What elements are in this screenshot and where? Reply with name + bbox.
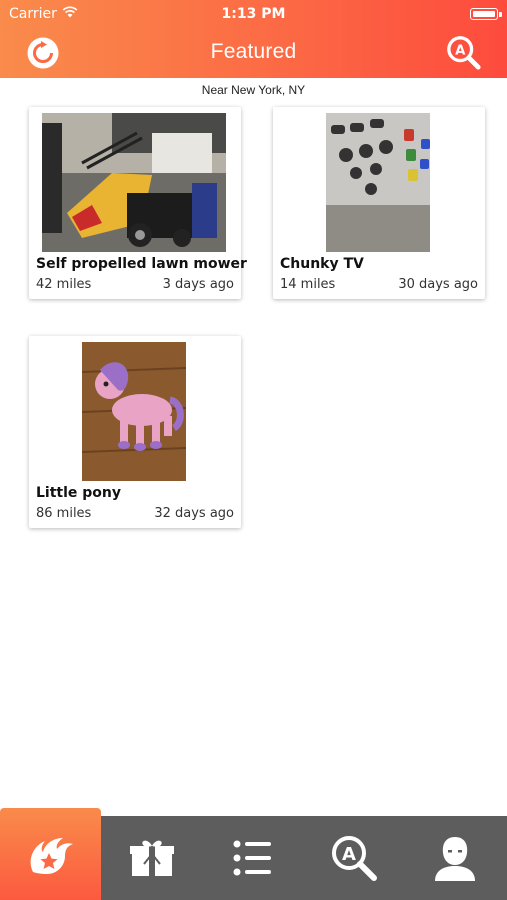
- listing-card[interactable]: Self propelled lawn mower 42 miles 3 day…: [29, 107, 247, 299]
- top-nav-bar: Carrier 1:13 PM Featured A: [0, 0, 507, 78]
- listing-distance: 42 miles: [36, 277, 92, 292]
- listing-photo-pony-toy: [82, 342, 186, 481]
- tab-profile[interactable]: [404, 816, 505, 900]
- listing-age: 32 days ago: [154, 506, 234, 521]
- listing-photo-tv-remote: [326, 113, 430, 252]
- listing-title: Little pony: [36, 485, 122, 501]
- listing-photo-lawn-mower: [42, 113, 226, 252]
- tab-list[interactable]: [202, 816, 303, 900]
- listing-card[interactable]: Chunky TV 14 miles 30 days ago: [273, 107, 485, 299]
- svg-text:A: A: [455, 43, 466, 58]
- listing-age: 30 days ago: [398, 277, 478, 292]
- listing-title: Chunky TV: [280, 256, 364, 272]
- gift-box-icon: [129, 840, 174, 876]
- featured-star-icon: [30, 838, 73, 874]
- page-title: Featured: [210, 40, 297, 63]
- listing-distance: 14 miles: [280, 277, 336, 292]
- listing-distance: 86 miles: [36, 506, 92, 521]
- search-icon: A: [447, 36, 481, 70]
- battery-icon: [470, 8, 502, 20]
- listing-card[interactable]: Little pony 86 miles 32 days ago: [29, 336, 241, 528]
- tab-search[interactable]: A: [303, 816, 404, 900]
- tab-gifts[interactable]: [101, 816, 202, 900]
- svg-text:A: A: [342, 844, 356, 865]
- profile-icon: [434, 837, 475, 881]
- list-icon: [233, 840, 271, 876]
- bottom-tab-bar: A: [0, 808, 507, 900]
- status-bar: Carrier 1:13 PM: [0, 0, 507, 28]
- listing-age: 3 days ago: [162, 277, 234, 292]
- tab-featured[interactable]: [0, 808, 101, 900]
- search-button[interactable]: A: [446, 35, 482, 71]
- listing-title: Self propelled lawn mower: [36, 256, 247, 272]
- search-icon: A: [331, 836, 377, 881]
- location-label: Near New York, NY: [201, 83, 306, 97]
- status-time: 1:13 PM: [221, 6, 286, 22]
